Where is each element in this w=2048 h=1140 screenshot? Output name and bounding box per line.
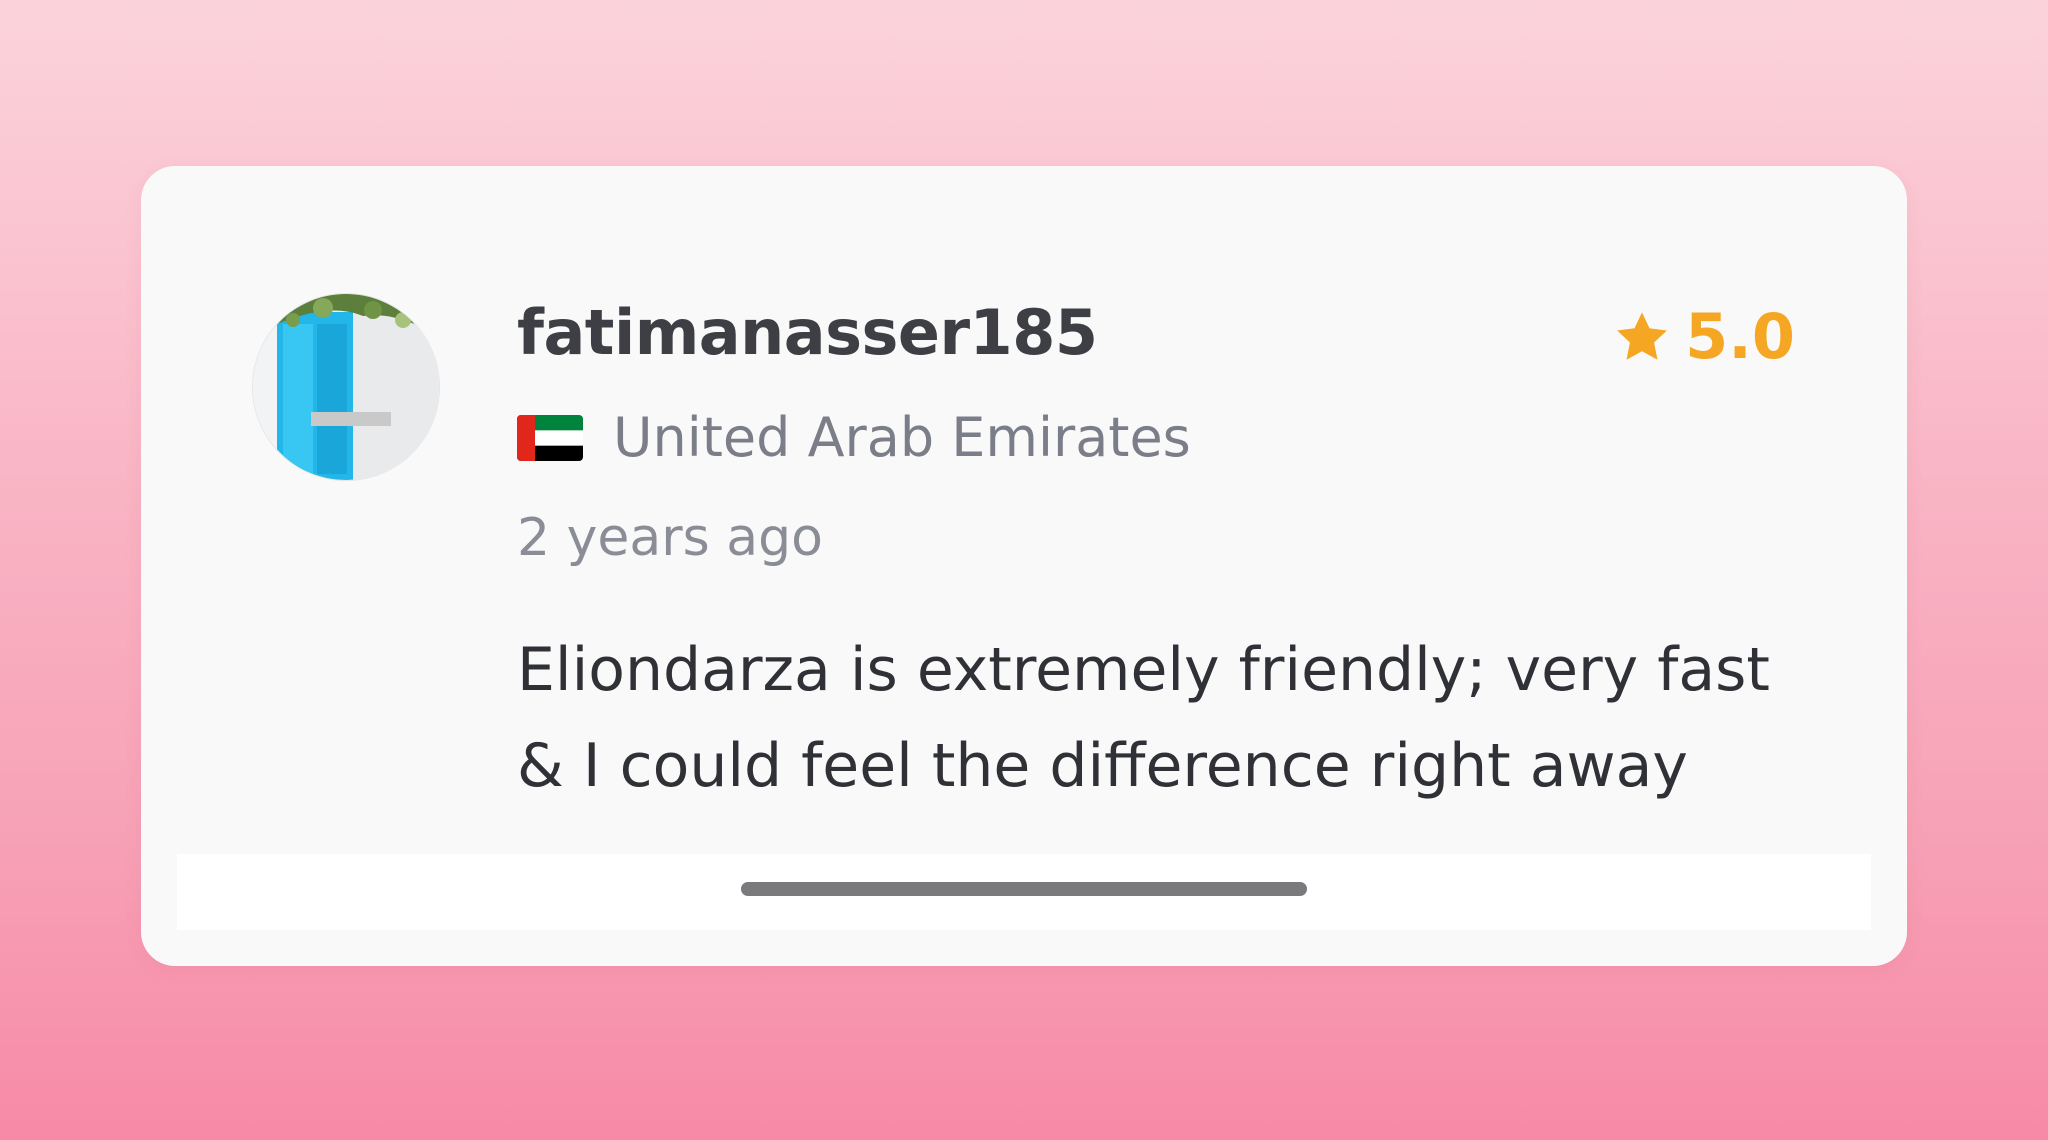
country-name: United Arab Emirates bbox=[613, 406, 1191, 469]
home-indicator[interactable] bbox=[741, 882, 1307, 896]
star-icon bbox=[1617, 311, 1668, 360]
uae-flag-icon bbox=[517, 414, 583, 461]
review-text: Eliondarza is extremely friendly; very f… bbox=[517, 635, 1770, 801]
avatar[interactable] bbox=[253, 294, 439, 480]
avatar-image bbox=[253, 294, 439, 480]
review-card: fatimanasser185 5.0 United Arab Emirates… bbox=[141, 166, 1907, 966]
rating-value: 5.0 bbox=[1685, 300, 1795, 373]
timestamp: 2 years ago bbox=[517, 508, 823, 568]
rating: 5.0 bbox=[1613, 300, 1795, 373]
username[interactable]: fatimanasser185 bbox=[517, 296, 1098, 369]
country-row: United Arab Emirates bbox=[517, 406, 1191, 469]
